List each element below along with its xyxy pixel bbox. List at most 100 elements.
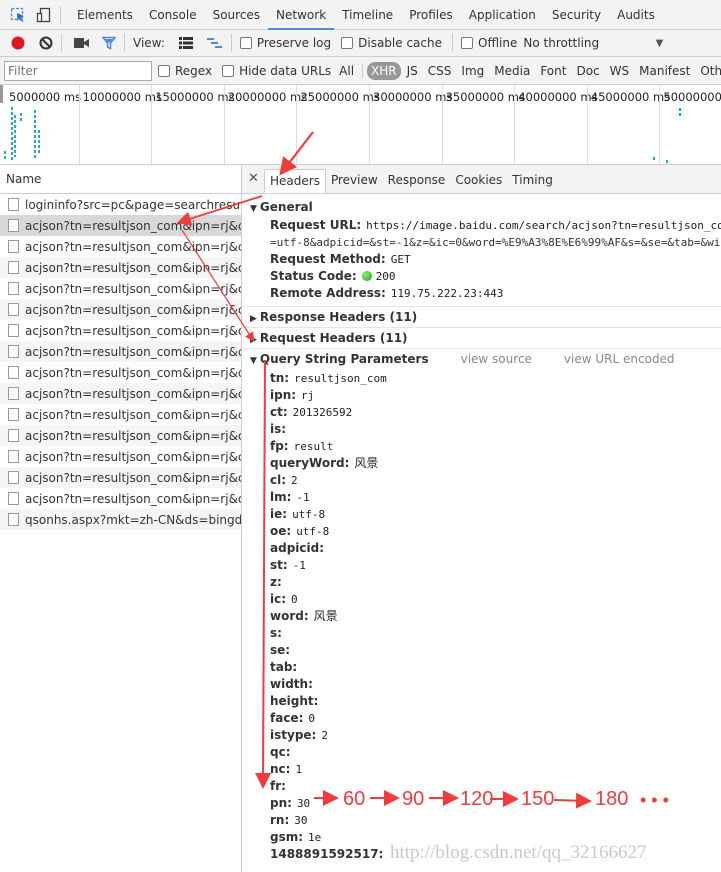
request-row[interactable]: logininfo?src=pc&page=searchresult&... [0,194,241,215]
query-param-row: face: 0 [242,710,721,727]
clear-icon[interactable] [39,36,53,50]
request-row[interactable]: qsonhs.aspx?mkt=zh-CN&ds=bingdict... [0,509,241,530]
tab-timeline[interactable]: Timeline [334,0,401,30]
annotation-number: 180 [595,788,629,810]
tab-profiles[interactable]: Profiles [401,0,461,30]
tab-console[interactable]: Console [141,0,205,30]
param-value: 2 [321,729,328,742]
type-filter-ws[interactable]: WS [606,62,633,80]
request-method-value: GET [390,253,411,266]
request-url-value: https://image.baidu.com/search/acjson?tn… [366,219,721,232]
request-row[interactable]: acjson?tn=resultjson_com&ipn=rj&ct=... [0,425,241,446]
tab-security[interactable]: Security [544,0,609,30]
file-icon [8,240,19,253]
name-column-header[interactable]: Name [0,165,241,194]
tab-sources[interactable]: Sources [205,0,268,30]
param-value: 30 [296,797,311,810]
view-url-encoded-link[interactable]: view URL encoded [564,352,675,366]
request-headers-section: ▶ Request Headers (11) [242,328,721,349]
filter-input[interactable] [4,60,152,81]
detail-tab-timing[interactable]: Timing [507,169,558,193]
type-filter-xhr[interactable]: XHR [367,61,401,80]
record-icon[interactable] [11,36,25,50]
checkbox-box[interactable] [158,64,170,77]
query-param-row: lm: -1 [242,489,721,506]
inspect-element-icon[interactable] [10,7,26,23]
tab-network[interactable]: Network [268,0,335,30]
checkbox-box[interactable] [222,64,235,77]
disable-cache-label: Disable cache [358,36,442,50]
checkbox-box[interactable] [341,37,354,49]
query-string-toggle[interactable]: ▼ Query String Parameters view source view … [242,349,721,369]
request-name: acjson?tn=resultjson_com&ipn=rj&ct=... [25,302,241,317]
request-headers-toggle[interactable]: ▶ Request Headers (11) [242,328,721,348]
disable-cache-checkbox[interactable]: Disable cache [341,36,442,50]
type-filter-other[interactable]: Other [696,62,721,80]
device-toolbar-icon[interactable] [36,7,52,23]
detail-tab-headers[interactable]: Headers [264,169,326,193]
request-row[interactable]: acjson?tn=resultjson_com&ipn=rj&ct=... [0,467,241,488]
tab-audits[interactable]: Audits [609,0,663,30]
request-name: acjson?tn=resultjson_com&ipn=rj&ct=... [25,428,241,443]
param-key: istype: [270,728,317,742]
param-value: 1e [308,831,322,844]
type-filter-doc[interactable]: Doc [572,62,603,80]
general-section: ▼ General Request URL: https://image.baidu… [242,194,721,307]
capture-screenshots-icon[interactable] [74,37,90,49]
general-section-toggle[interactable]: ▼ General [242,197,721,217]
large-rows-icon[interactable] [178,37,193,49]
request-row[interactable]: acjson?tn=resultjson_com&ipn=rj&ct=... [0,320,241,341]
request-row[interactable]: acjson?tn=resultjson_com&ipn=rj&ct=... [0,446,241,467]
detail-tab-cookies[interactable]: Cookies [450,169,507,193]
param-value: utf-8 [296,525,330,538]
type-filter-all[interactable]: All [335,62,358,80]
query-param-row: nc: 1 [242,761,721,778]
regex-checkbox[interactable]: Regex [158,64,212,78]
request-row[interactable]: acjson?tn=resultjson_com&ipn=rj&ct=... [0,341,241,362]
query-param-row: is: [242,421,721,438]
param-key: tn: [270,371,290,385]
request-row[interactable]: acjson?tn=resultjson_com&ipn=rj&ct=... [0,299,241,320]
offline-checkbox[interactable]: Offline [461,36,517,50]
request-row[interactable]: acjson?tn=resultjson_com&ipn=rj&ct=... [0,404,241,425]
response-headers-toggle[interactable]: ▶ Response Headers (11) [242,307,721,327]
type-filter-css[interactable]: CSS [424,62,456,80]
tab-application[interactable]: Application [461,0,544,30]
type-filter-manifest[interactable]: Manifest [635,62,694,80]
waterfall-overview-icon[interactable] [206,37,223,49]
type-filter-media[interactable]: Media [490,62,534,80]
checkbox-box[interactable] [461,37,473,49]
query-param-row: ic: 0 [242,591,721,608]
preserve-log-checkbox[interactable]: Preserve log [239,36,331,50]
request-row[interactable]: acjson?tn=resultjson_com&ipn=rj&ct=... [0,215,241,236]
divider [60,5,61,24]
request-row[interactable]: acjson?tn=resultjson_com&ipn=rj&ct=... [0,236,241,257]
checkbox-box[interactable] [239,37,252,49]
close-icon[interactable]: ✕ [248,165,262,193]
request-bar [38,130,40,155]
overview-grabber[interactable] [0,85,3,103]
throttling-select[interactable]: No throttling ▼ [523,36,663,50]
request-row[interactable]: acjson?tn=resultjson_com&ipn=rj&ct=... [0,383,241,404]
param-key: qc: [270,745,291,759]
type-filter-img[interactable]: Img [457,62,488,80]
param-key: ie: [270,507,288,521]
view-source-link[interactable]: view source [461,352,532,366]
query-param-row: height: [242,693,721,710]
tab-elements[interactable]: Elements [69,0,141,30]
param-key: lm: [270,490,292,504]
request-row[interactable]: acjson?tn=resultjson_com&ipn=rj&ct=... [0,488,241,509]
param-key: fp: [270,439,289,453]
request-row[interactable]: acjson?tn=resultjson_com&ipn=rj&ct=... [0,278,241,299]
hide-data-urls-checkbox[interactable]: Hide data URLs [222,64,331,78]
network-overview-timeline[interactable]: 5000000 ms 10000000 ms 15000000 ms 20000000… [0,85,721,165]
request-url-row: Request URL: https://image.baidu.com/sear… [242,217,721,234]
param-key: ipn: [270,388,297,402]
request-row[interactable]: acjson?tn=resultjson_com&ipn=rj&ct=... [0,257,241,278]
filter-icon[interactable] [102,36,116,50]
type-filter-js[interactable]: JS [403,62,422,80]
detail-tab-response[interactable]: Response [383,169,451,193]
detail-tab-preview[interactable]: Preview [326,169,383,193]
type-filter-font[interactable]: Font [536,62,570,80]
request-row[interactable]: acjson?tn=resultjson_com&ipn=rj&ct=... [0,362,241,383]
